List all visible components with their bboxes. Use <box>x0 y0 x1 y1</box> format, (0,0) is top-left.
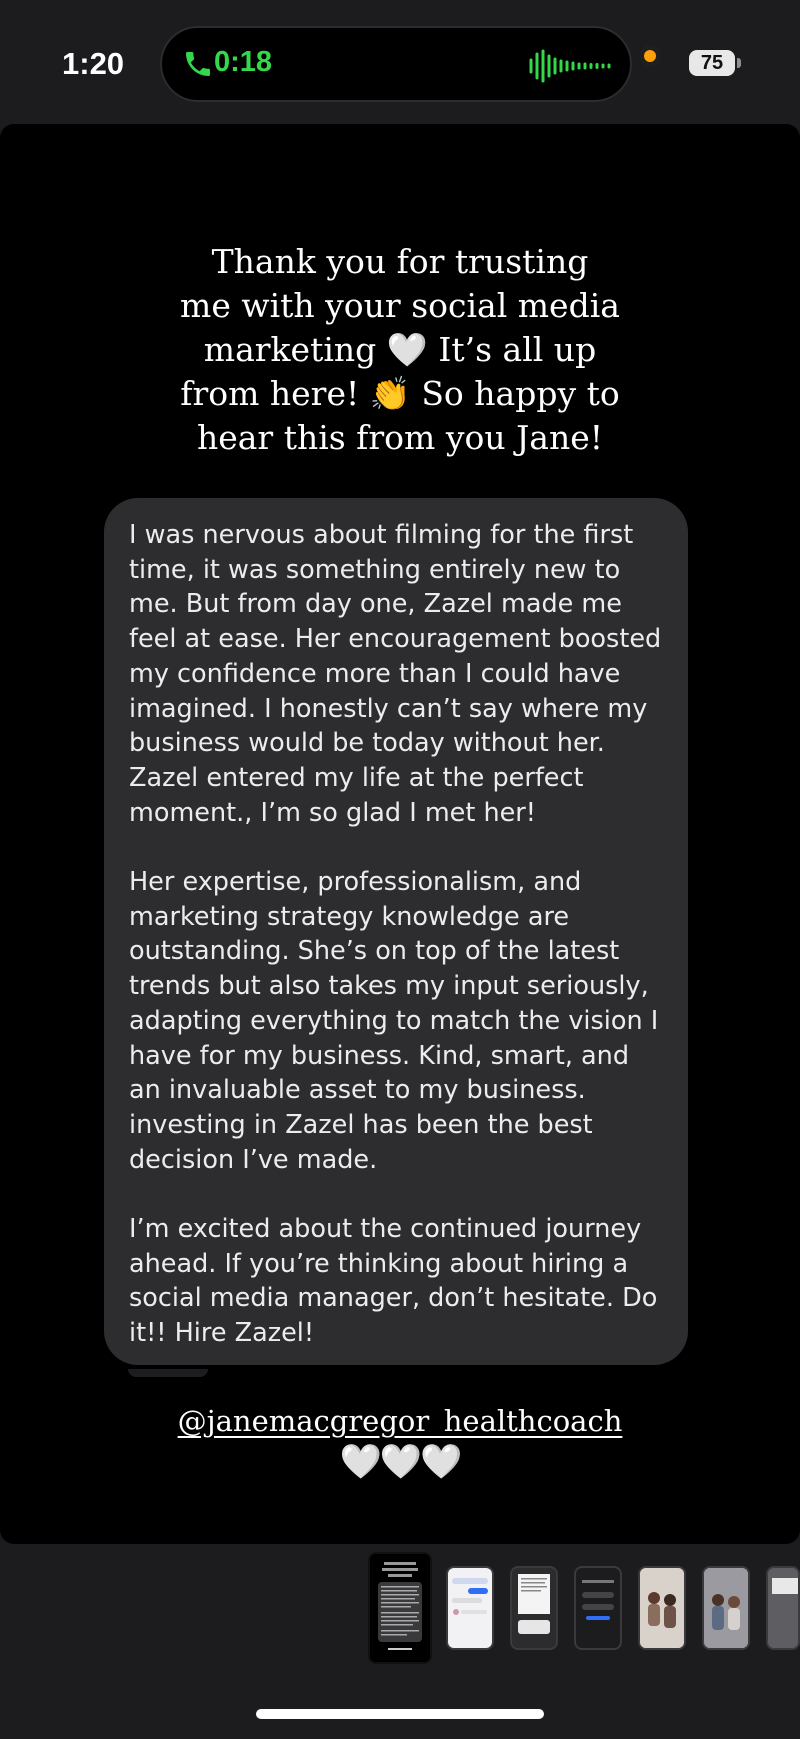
thumb-1[interactable] <box>368 1552 432 1664</box>
message-bubble: I was nervous about filming for the firs… <box>104 498 688 1365</box>
message-paragraph: I’m excited about the continued journey … <box>129 1214 658 1349</box>
thumb-3[interactable] <box>510 1566 558 1650</box>
status-bar: 1:20 0:18 75 <box>0 0 800 120</box>
story-frame[interactable]: Thank you for trusting me with your soci… <box>0 124 800 1544</box>
battery-icon: 75 <box>689 50 735 76</box>
thumb-preview <box>518 1574 550 1634</box>
thumb-7[interactable] <box>766 1566 800 1650</box>
story-thumbnail-strip <box>0 1552 800 1664</box>
caption-line: me with your social media <box>180 286 620 325</box>
dynamic-island-call[interactable]: 0:18 <box>160 26 632 102</box>
thumb-5[interactable] <box>638 1566 686 1650</box>
thumb-preview <box>768 1568 798 1648</box>
thumb-preview <box>452 1578 488 1615</box>
caption-line: hear this from you Jane! <box>196 418 604 457</box>
call-timer: 0:18 <box>214 46 273 78</box>
mention-link[interactable]: @janemacgregor_healthcoach <box>150 1404 650 1438</box>
home-indicator[interactable] <box>256 1709 544 1719</box>
caption-line: marketing 🤍 It’s all up <box>203 330 597 369</box>
caption-line: Thank you for trusting <box>211 242 589 281</box>
mic-indicator-dot <box>644 50 656 62</box>
thumb-preview <box>640 1568 684 1648</box>
thumb-6[interactable] <box>702 1566 750 1650</box>
thumb-preview <box>704 1568 748 1648</box>
phone-icon <box>186 52 210 76</box>
thumb-2[interactable] <box>446 1566 494 1650</box>
clock: 1:20 <box>62 46 125 81</box>
heart-emojis: 🤍🤍🤍 <box>339 1442 462 1482</box>
thumb-4[interactable] <box>574 1566 622 1650</box>
story-caption: Thank you for trusting me with your soci… <box>100 240 700 460</box>
waveform-icon <box>529 49 611 83</box>
message-paragraph: I was nervous about filming for the firs… <box>129 520 662 828</box>
bubble-reaction-stub <box>128 1369 208 1377</box>
thumb-preview <box>378 1562 422 1650</box>
thumb-preview <box>582 1580 614 1620</box>
message-paragraph: Her expertise, professionalism, and mark… <box>129 867 659 1175</box>
caption-line: from here! 👏 So happy to <box>180 374 620 413</box>
battery-tip <box>737 58 741 68</box>
